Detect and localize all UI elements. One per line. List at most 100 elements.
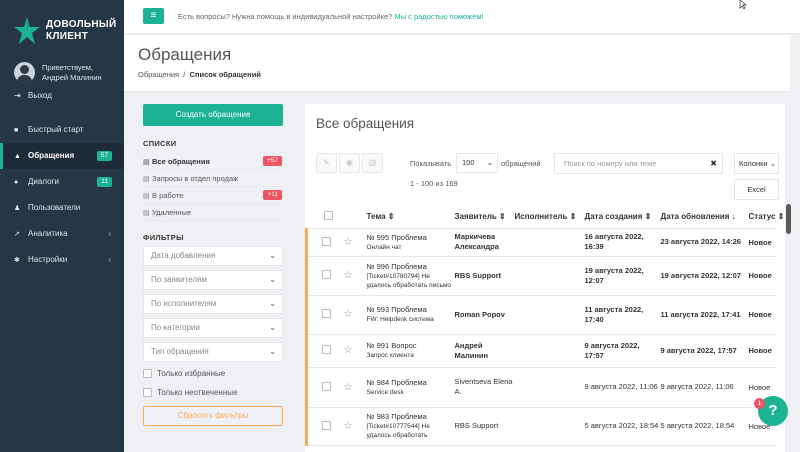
sidebar-item-tickets[interactable]: ▲ Обращения 57 — [0, 143, 124, 169]
sidebar: ДОВОЛЬНЫЙ КЛИЕНТ Приветствуем, Андрей Ма… — [0, 0, 124, 452]
briefcase-icon: ■ — [14, 127, 19, 134]
sidebar-item-users[interactable]: ♟ Пользователи — [0, 195, 124, 221]
only-favorites-checkbox[interactable]: Только избранные — [143, 367, 283, 381]
pagination-range: 1 - 100 из 169 — [410, 179, 458, 188]
chevron-down-icon: ⌄ — [269, 347, 276, 356]
scrollbar-thumb[interactable] — [786, 204, 791, 234]
sidebar-nav: ■ Быстрый старт ▲ Обращения 57 ● Диалоги 11 ♟… — [0, 117, 124, 273]
brand-logo[interactable]: ДОВОЛЬНЫЙ КЛИЕНТ — [14, 16, 124, 46]
sidebar-item-quick-start[interactable]: ■ Быстрый старт — [0, 117, 124, 143]
in-progress-count-badge: +11 — [263, 190, 282, 200]
page-header: Обращения Обращения / Список обращений — [124, 35, 790, 92]
chart-icon: ↗ — [14, 231, 20, 238]
column-status[interactable]: Статус ⇕ — [748, 205, 784, 229]
hamburger-icon: ≡ — [150, 10, 157, 21]
row-checkbox[interactable] — [322, 381, 331, 391]
tickets-panel: Все обращения ✎ ◉ ▥ Показывать 100 ⌄ обра… — [305, 104, 785, 452]
columns-button[interactable]: Колонки ⌄ — [734, 153, 779, 174]
view-button[interactable]: ◉ — [339, 153, 360, 173]
category-filter-select[interactable]: По категории ⌄ — [143, 318, 283, 338]
only-unanswered-checkbox[interactable]: Только неотвеченные — [143, 386, 283, 400]
table-row[interactable]: ☆ № 993 Проблема FW: Helpdesk система Rom… — [305, 295, 777, 335]
date-filter-select[interactable]: Дата добавления ⌄ — [143, 246, 283, 266]
inbox-icon: ▤ — [143, 193, 150, 200]
delete-button[interactable]: ▥ — [362, 153, 383, 173]
excel-export-button[interactable]: Excel — [734, 179, 779, 200]
list-item-sales[interactable]: ▤ Запросы в отдел продаж — [143, 170, 283, 187]
chevron-down-icon: ⌄ — [269, 251, 276, 260]
avatar[interactable] — [14, 62, 35, 83]
select-all-checkbox[interactable] — [323, 210, 333, 220]
star-icon[interactable]: ☆ — [344, 421, 353, 432]
row-checkbox[interactable] — [322, 345, 331, 354]
table-row[interactable]: ☆ № 983 Проблема [Ticket#10777544] Не уда… — [305, 407, 777, 446]
row-checkbox[interactable] — [322, 270, 331, 279]
star-icon[interactable]: ☆ — [344, 345, 353, 356]
chat-icon: ● — [14, 179, 19, 186]
help-link[interactable]: Мы с радостью поможем! — [394, 12, 483, 21]
type-filter-select[interactable]: Тип обращения ⌄ — [143, 342, 283, 362]
filters-title: ФИЛЬТРЫ — [143, 233, 184, 242]
row-checkbox[interactable] — [322, 309, 331, 318]
column-topic[interactable]: Тема ⇕ — [366, 205, 455, 229]
user-panel: Приветствуем, Андрей Малинин — [14, 62, 124, 84]
chevron-down-icon: ⌄ — [769, 159, 777, 168]
assignee-filter-select[interactable]: По исполнителям ⌄ — [143, 294, 283, 314]
per-page-select[interactable]: 100 ⌄ — [456, 153, 498, 173]
star-logo-icon — [14, 17, 40, 44]
logout-link[interactable]: ⇥ Выход — [14, 91, 52, 100]
search-input[interactable]: Поиск по номеру или теме ✖ — [554, 153, 723, 174]
requester-filter-select[interactable]: По заявителям ⌄ — [143, 270, 283, 290]
list-item-all[interactable]: ▤ Все обращения +57 — [143, 153, 283, 170]
sidebar-item-analytics[interactable]: ↗ Аналитика ‹ — [0, 221, 124, 247]
star-icon[interactable]: ☆ — [344, 382, 353, 393]
menu-toggle-button[interactable]: ≡ — [143, 8, 164, 24]
table-row[interactable]: ☆ № 984 Проблема Service desk Siventseva … — [305, 367, 777, 408]
list-item-in-progress[interactable]: ▤ В работе +11 — [143, 187, 283, 204]
table-row[interactable]: ☆ № 995 Проблема Онлайн чат Маркичева Але… — [305, 228, 777, 257]
clear-icon[interactable]: ✖ — [710, 154, 717, 173]
scrollbar[interactable] — [785, 104, 793, 452]
brand-name: ДОВОЛЬНЫЙ КЛИЕНТ — [46, 19, 117, 42]
inbox-icon: ▤ — [143, 159, 150, 166]
users-icon: ♟ — [14, 205, 21, 212]
column-created[interactable]: Дата создания ⇕ — [584, 205, 661, 229]
breadcrumb-parent[interactable]: Обращения — [138, 70, 179, 79]
edit-button[interactable]: ✎ — [316, 153, 337, 173]
breadcrumb-current: Список обращений — [189, 70, 261, 79]
checkbox-box[interactable] — [143, 369, 152, 379]
star-icon[interactable]: ☆ — [344, 237, 353, 248]
row-checkbox[interactable] — [322, 420, 331, 430]
panel-title: Все обращения — [316, 116, 415, 131]
star-icon[interactable]: ☆ — [344, 270, 353, 281]
table-row[interactable]: ☆ № 991 Вопрос Запрос клиента Андрей Мали… — [305, 334, 777, 368]
per-page-label: Показывать — [410, 159, 452, 168]
table-row[interactable]: ☆ № 996 Проблема [Ticket#10780794] Не уда… — [305, 256, 777, 296]
mouse-cursor-icon — [739, 0, 747, 10]
per-page-suffix: обращений — [501, 159, 541, 168]
chevron-left-icon: ‹ — [108, 229, 111, 238]
status-label: Новое — [748, 228, 777, 257]
notification-badge: 1 — [754, 398, 765, 409]
star-icon[interactable]: ☆ — [344, 309, 353, 320]
breadcrumb: Обращения / Список обращений — [138, 70, 261, 79]
sidebar-item-dialogs[interactable]: ● Диалоги 11 — [0, 169, 124, 195]
create-ticket-button[interactable]: Создать обращение — [143, 104, 283, 126]
column-assignee[interactable]: Исполнитель ⇕ — [514, 205, 585, 229]
sidebar-item-settings[interactable]: ✱ Настройки ‹ — [0, 247, 124, 273]
user-greeting: Приветствуем, Андрей Малинин — [42, 63, 102, 82]
status-label: Новое — [748, 334, 777, 368]
column-updated[interactable]: Дата обновления ↓ — [660, 205, 749, 229]
sort-desc-icon: ↓ — [731, 211, 736, 221]
row-checkbox[interactable] — [322, 236, 331, 246]
checkbox-box[interactable] — [143, 388, 152, 398]
list-item-deleted[interactable]: ▤ Удаленные — [143, 204, 283, 221]
eye-icon: ◉ — [346, 158, 353, 167]
column-requester[interactable]: Заявитель ⇕ — [454, 205, 515, 229]
status-label: Новое — [748, 256, 777, 296]
logout-icon: ⇥ — [14, 91, 21, 100]
tickets-table: Тема ⇕ Заявитель ⇕ Исполнитель ⇕ Дата со… — [305, 205, 784, 446]
top-bar: ≡ Есть вопросы? Нужна помощь в индивидуа… — [124, 0, 800, 34]
all-count-badge: +57 — [262, 156, 282, 166]
reset-filters-button[interactable]: Сбросить фильтры — [143, 406, 283, 426]
